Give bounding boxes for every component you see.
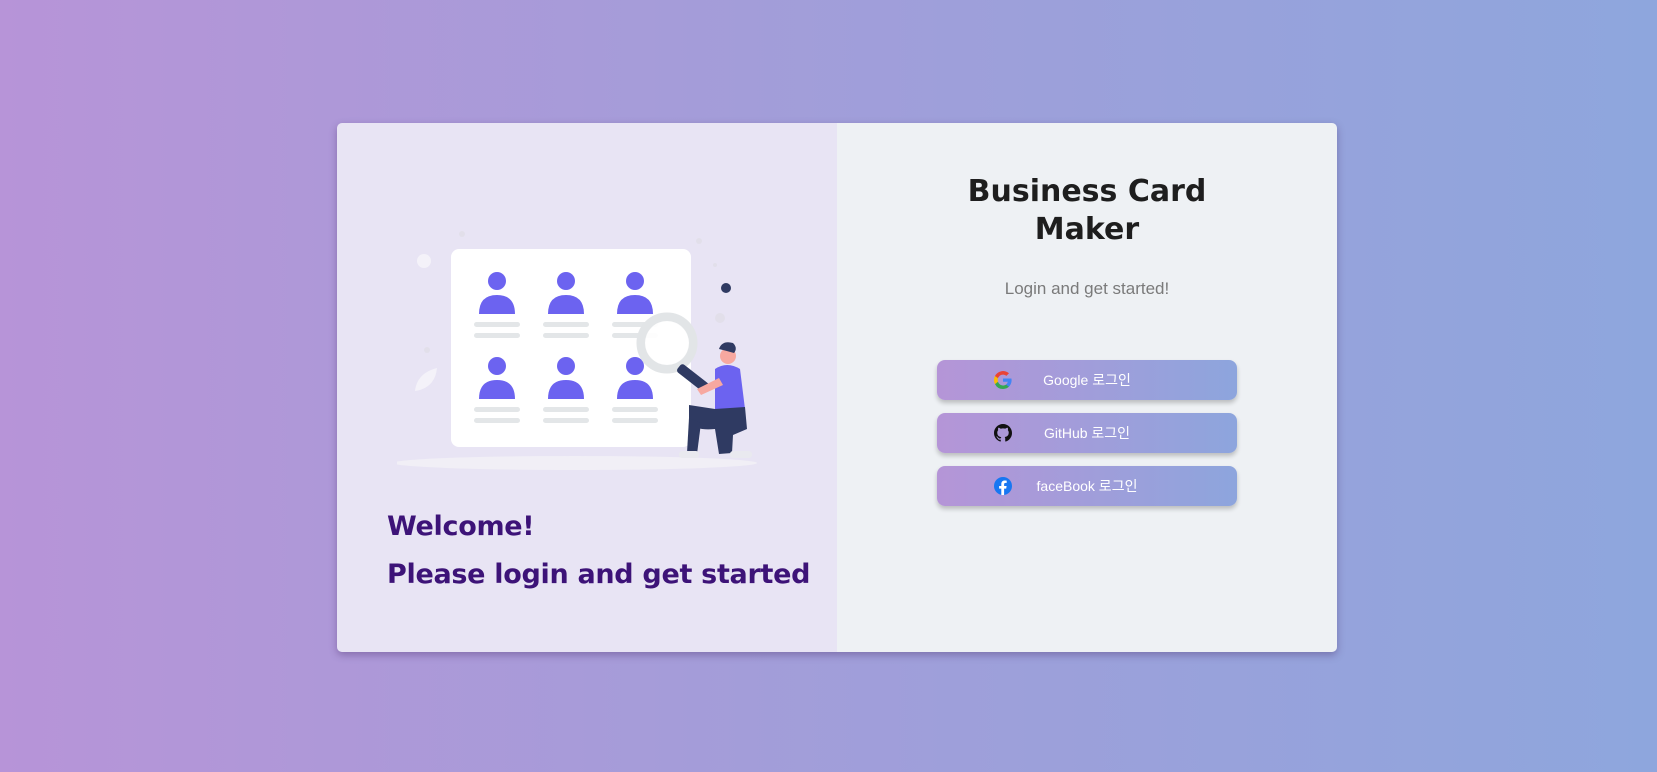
app-title-line2: Maker: [1034, 212, 1140, 247]
login-subtitle: Login and get started!: [1004, 279, 1170, 298]
google-login-label: Google 로그인: [1043, 372, 1131, 388]
github-icon: [994, 424, 1012, 442]
app-title: Business Card Maker: [837, 173, 1337, 249]
github-login-button[interactable]: GitHub 로그인: [937, 413, 1237, 453]
github-login-label: GitHub 로그인: [1043, 425, 1131, 441]
facebook-login-label: faceBook 로그인: [1036, 478, 1138, 494]
welcome-panel: Welcome! Please login and get started: [337, 123, 837, 652]
welcome-heading: Welcome!: [387, 511, 535, 542]
login-panel: Business Card Maker Login and get starte…: [837, 123, 1337, 652]
google-icon: [994, 371, 1012, 389]
facebook-login-button[interactable]: faceBook 로그인: [937, 466, 1237, 506]
app-title-line1: Business Card: [967, 174, 1207, 209]
google-login-button[interactable]: Google 로그인: [937, 360, 1237, 400]
welcome-message: Please login and get started: [387, 559, 811, 590]
facebook-icon: [994, 477, 1012, 495]
login-card: Welcome! Please login and get started Bu…: [337, 123, 1337, 652]
people-search-illustration: [397, 231, 757, 470]
